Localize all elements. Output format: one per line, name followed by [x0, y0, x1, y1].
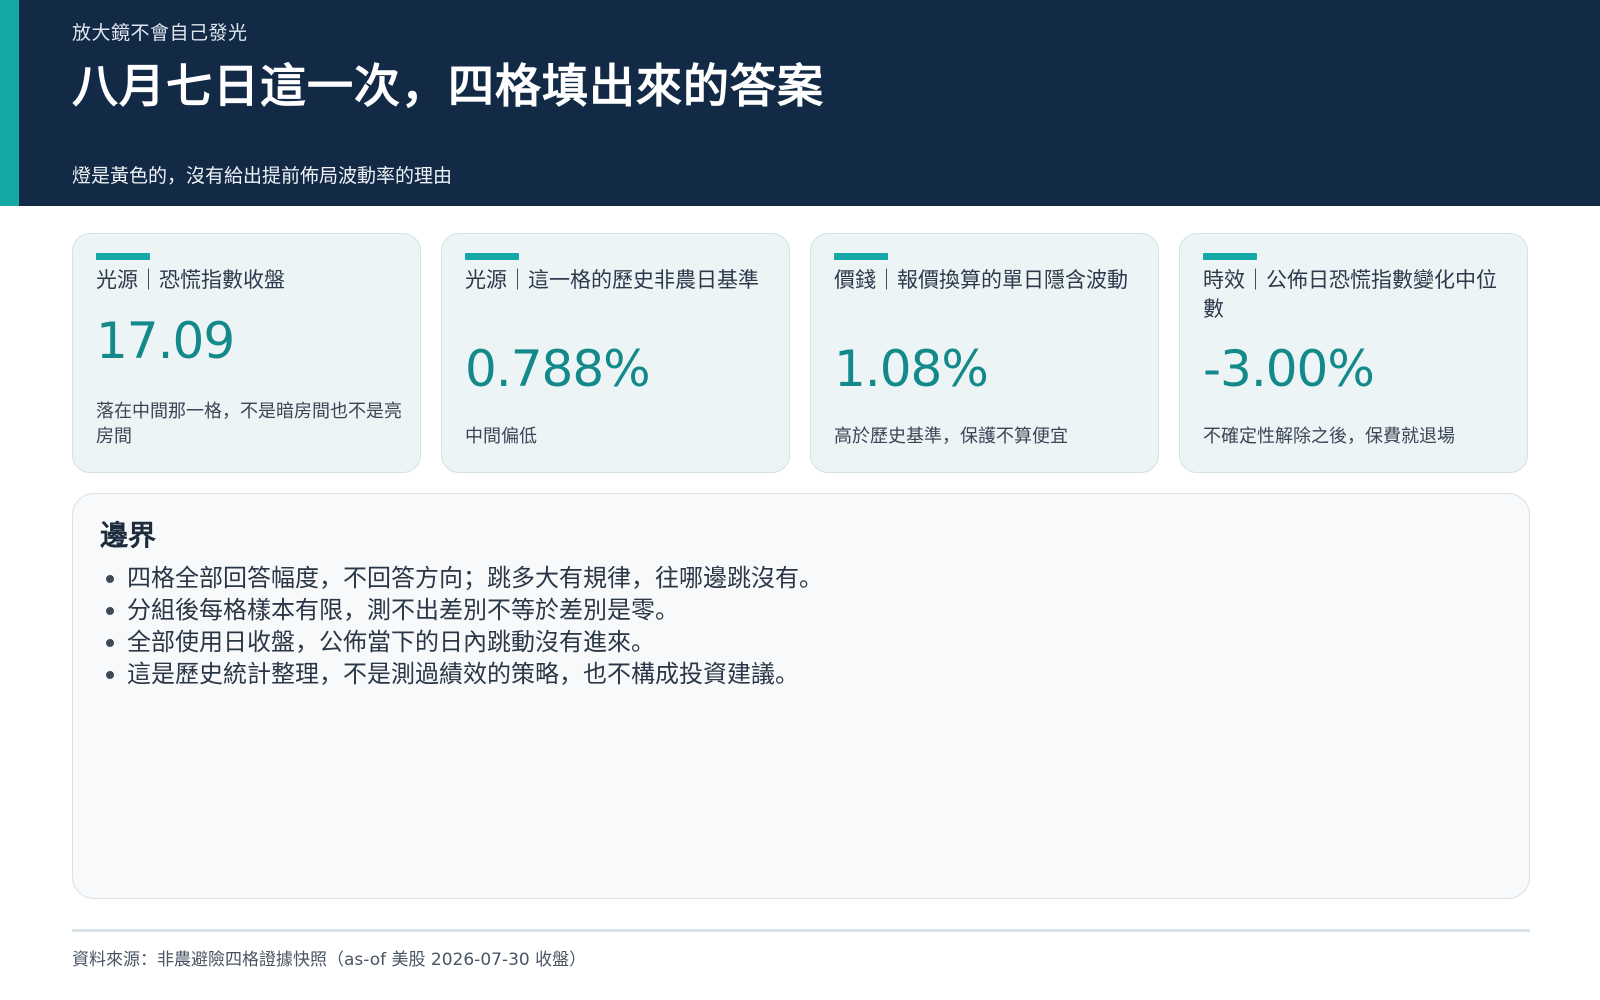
card-label: 價錢｜報價換算的單日隱含波動	[834, 268, 1128, 292]
card-value: -3.00%	[1203, 340, 1375, 398]
header-banner: 放大鏡不會自己發光 八月七日這一次，四格填出來的答案 燈是黃色的，沒有給出提前佈…	[0, 0, 1600, 206]
footer-divider	[72, 929, 1530, 932]
metric-card-historical-baseline: 光源｜這一格的歷史非農日基準 0.788% 中間偏低	[441, 233, 790, 473]
card-note: 中間偏低	[465, 426, 537, 447]
card-label: 光源｜這一格的歷史非農日基準	[465, 268, 759, 292]
bullet-icon	[106, 575, 114, 583]
card-label: 時效｜公佈日恐慌指數變化中位數	[1203, 268, 1497, 321]
list-item: 四格全部回答幅度，不回答方向；跳多大有規律，往哪邊跳沒有。	[106, 562, 823, 594]
kicker-text: 放大鏡不會自己發光	[72, 22, 248, 44]
bounds-title: 邊界	[100, 519, 157, 552]
metric-card-vix-close: 光源｜恐慌指數收盤 17.09 落在中間那一格，不是暗房間也不是亮房間	[72, 233, 421, 473]
card-accent	[1203, 253, 1257, 260]
bullet-icon	[106, 639, 114, 647]
metric-card-vix-change-median: 時效｜公佈日恐慌指數變化中位數 -3.00% 不確定性解除之後，保費就退場	[1179, 233, 1528, 473]
list-item: 這是歷史統計整理，不是測過績效的策略，也不構成投資建議。	[106, 658, 823, 690]
list-item-text: 四格全部回答幅度，不回答方向；跳多大有規律，往哪邊跳沒有。	[127, 564, 823, 592]
card-note: 高於歷史基準，保護不算便宜	[834, 426, 1068, 447]
bullet-icon	[106, 671, 114, 679]
page-subtitle: 燈是黃色的，沒有給出提前佈局波動率的理由	[72, 165, 453, 187]
card-note: 落在中間那一格，不是暗房間也不是亮房間	[96, 401, 402, 447]
accent-bar	[0, 0, 19, 206]
list-item: 全部使用日收盤，公佈當下的日內跳動沒有進來。	[106, 626, 823, 658]
list-item-text: 全部使用日收盤，公佈當下的日內跳動沒有進來。	[127, 628, 655, 656]
page-title: 八月七日這一次，四格填出來的答案	[72, 59, 824, 113]
metric-cards: 光源｜恐慌指數收盤 17.09 落在中間那一格，不是暗房間也不是亮房間 光源｜這…	[72, 233, 1530, 473]
card-value: 0.788%	[465, 340, 651, 398]
list-item-text: 這是歷史統計整理，不是測過績效的策略，也不構成投資建議。	[127, 660, 799, 688]
card-accent	[96, 253, 150, 260]
card-label: 光源｜恐慌指數收盤	[96, 268, 285, 292]
card-accent	[465, 253, 519, 260]
metric-card-implied-move: 價錢｜報價換算的單日隱含波動 1.08% 高於歷史基準，保護不算便宜	[810, 233, 1159, 473]
card-accent	[834, 253, 888, 260]
card-note: 不確定性解除之後，保費就退場	[1203, 426, 1455, 447]
bullet-icon	[106, 607, 114, 615]
bounds-panel: 邊界 四格全部回答幅度，不回答方向；跳多大有規律，往哪邊跳沒有。 分組後每格樣本…	[72, 493, 1530, 899]
bounds-list: 四格全部回答幅度，不回答方向；跳多大有規律，往哪邊跳沒有。 分組後每格樣本有限，…	[106, 562, 823, 690]
list-item: 分組後每格樣本有限，測不出差別不等於差別是零。	[106, 594, 823, 626]
card-value: 1.08%	[834, 340, 989, 398]
source-note: 資料來源：非農避險四格證據快照（as-of 美股 2026-07-30 收盤）	[72, 950, 587, 970]
card-value: 17.09	[96, 312, 235, 370]
list-item-text: 分組後每格樣本有限，測不出差別不等於差別是零。	[127, 596, 679, 624]
